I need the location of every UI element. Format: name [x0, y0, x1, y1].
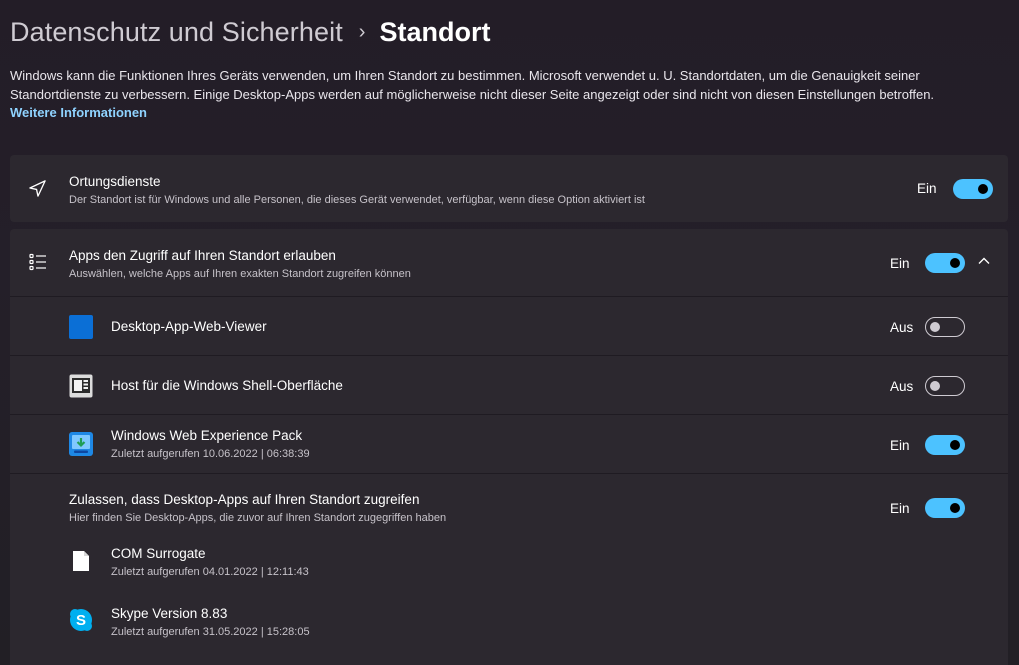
location-services-state: Ein: [917, 181, 937, 196]
desktop-apps-subtitle: Hier finden Sie Desktop-Apps, die zuvor …: [69, 512, 447, 524]
page-title: Standort: [379, 16, 491, 47]
location-services-subtitle: Der Standort ist für Windows und alle Pe…: [69, 194, 645, 206]
skype-icon: S: [70, 609, 92, 631]
desktop-apps-toggle[interactable]: [925, 498, 965, 518]
location-services-title: Ortungsdienste: [69, 174, 161, 189]
app-row-shell-host: Host für die Windows Shell-Oberfläche Au…: [10, 356, 1008, 414]
app-last-used: Zuletzt aufgerufen 10.06.2022 | 06:38:39: [111, 448, 310, 460]
file-icon: [73, 551, 89, 571]
app-access-row: Apps den Zugriff auf Ihren Standort erla…: [10, 229, 1008, 296]
app-row-web-viewer: Desktop-App-Web-Viewer Aus: [10, 297, 1008, 355]
app-access-subtitle: Auswählen, welche Apps auf Ihren exakten…: [69, 268, 411, 280]
app-location-access-card: Apps den Zugriff auf Ihren Standort erla…: [10, 229, 1008, 665]
list-icon: [29, 253, 46, 271]
desktop-app-last-used: Zuletzt aufgerufen 04.01.2022 | 12:11:43: [111, 566, 309, 578]
location-services-toggle[interactable]: [953, 179, 993, 199]
desktop-apps-section: Zulassen, dass Desktop-Apps auf Ihren St…: [10, 474, 1008, 664]
svg-text:S: S: [76, 612, 86, 629]
desktop-app-name: COM Surrogate: [111, 546, 206, 561]
desktop-apps-title: Zulassen, dass Desktop-Apps auf Ihren St…: [69, 492, 420, 507]
location-services-card: Ortungsdienste Der Standort ist für Wind…: [10, 155, 1008, 222]
web-experience-pack-icon: [69, 432, 93, 456]
chevron-up-icon[interactable]: [977, 256, 991, 266]
app-state: Aus: [890, 320, 914, 335]
shell-host-toggle[interactable]: [925, 376, 965, 396]
shell-host-icon: [69, 374, 93, 398]
app-access-title: Apps den Zugriff auf Ihren Standort erla…: [69, 248, 336, 263]
desktop-app-last-used: Zuletzt aufgerufen 31.05.2022 | 15:28:05: [111, 626, 310, 638]
app-state: Ein: [890, 438, 910, 453]
breadcrumb-separator: ›: [358, 20, 366, 43]
app-name: Windows Web Experience Pack: [111, 428, 303, 443]
web-viewer-icon: [69, 315, 93, 339]
page-description: Windows kann die Funktionen Ihres Geräts…: [10, 68, 935, 102]
web-viewer-toggle[interactable]: [925, 317, 965, 337]
app-access-toggle[interactable]: [925, 253, 965, 273]
web-experience-toggle[interactable]: [925, 435, 965, 455]
app-name: Host für die Windows Shell-Oberfläche: [111, 378, 343, 393]
location-arrow-icon: [29, 180, 46, 197]
app-name: Desktop-App-Web-Viewer: [111, 319, 267, 334]
app-state: Aus: [890, 379, 914, 394]
breadcrumb-parent[interactable]: Datenschutz und Sicherheit: [10, 17, 343, 48]
desktop-apps-state: Ein: [890, 501, 910, 516]
app-row-web-experience: Windows Web Experience Pack Zuletzt aufg…: [10, 415, 1008, 473]
breadcrumb: Datenschutz und Sicherheit › Standort: [10, 12, 490, 52]
app-access-state: Ein: [890, 256, 910, 271]
desktop-app-name: Skype Version 8.83: [111, 606, 228, 621]
more-info-link[interactable]: Weitere Informationen: [10, 105, 147, 120]
